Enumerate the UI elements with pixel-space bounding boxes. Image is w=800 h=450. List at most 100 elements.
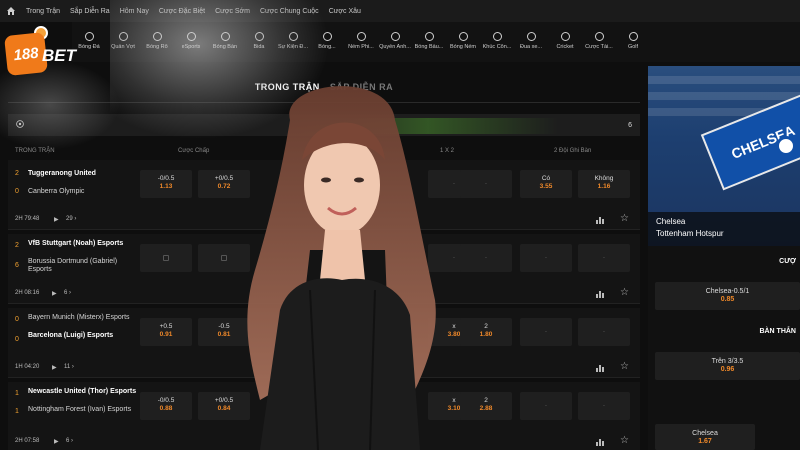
- handicap-away-odds[interactable]: +0/0.5 0.84: [198, 392, 250, 420]
- match-row: 1 Newcastle United (Thor) Esports 1 Nott…: [8, 382, 640, 450]
- sport-cricket[interactable]: Cricket: [548, 32, 582, 50]
- nav-special[interactable]: Cược Đặc Biệt: [159, 8, 205, 15]
- favorite-star-icon[interactable]: ☆: [620, 362, 629, 372]
- boxing-glove-icon: [390, 32, 400, 41]
- odds-line: -0.5: [218, 323, 230, 330]
- featured-handicap-odds[interactable]: Chelsea-0.5/1 0.85: [655, 282, 800, 310]
- sport-boxing[interactable]: Quyền Anh...: [378, 32, 412, 50]
- volleyball-icon: [322, 32, 332, 41]
- heading-next[interactable]: SẮP DIỄN RA: [330, 82, 393, 92]
- home-icon[interactable]: [6, 6, 16, 16]
- live-stream-icon[interactable]: ▶: [54, 216, 59, 223]
- odds-value: 0.81: [217, 331, 231, 338]
- logo-brand: BET: [42, 46, 76, 65]
- gamepad-icon: [186, 32, 196, 41]
- hockey-stick-icon: [492, 32, 502, 41]
- more-markets[interactable]: 6 ›: [64, 290, 71, 296]
- nav-upcoming[interactable]: Sắp Diễn Ra: [70, 8, 110, 15]
- home-team[interactable]: Newcastle United (Thor) Esports: [28, 388, 138, 396]
- favorite-star-icon[interactable]: ☆: [620, 214, 629, 224]
- stats-icon[interactable]: [596, 438, 604, 446]
- nav-in-play[interactable]: Trong Trận: [26, 8, 60, 15]
- sport-darts[interactable]: Ném Phi...: [344, 32, 378, 50]
- sport-tennis[interactable]: Quần Vợt: [106, 32, 140, 50]
- sport-golf[interactable]: Golf: [616, 32, 650, 50]
- favorite-star-icon[interactable]: ☆: [620, 288, 629, 298]
- stand-stripe: [648, 92, 800, 100]
- away-score: 0: [15, 336, 19, 343]
- odds-empty: -: [578, 392, 630, 420]
- sport-events[interactable]: Sự Kiện Đ...: [276, 32, 310, 50]
- sport-rugby[interactable]: Bóng Bầu...: [412, 32, 446, 50]
- favorite-star-icon[interactable]: ☆: [620, 436, 629, 446]
- home-team[interactable]: VfB Stuttgart (Noah) Esports: [28, 240, 138, 248]
- odds-line: Có: [541, 175, 551, 182]
- page-heading: TRONG TRẬN SẮP DIỄN RA: [8, 82, 640, 92]
- heading-active[interactable]: TRONG TRẬN: [255, 82, 320, 92]
- nav-early[interactable]: Cược Sớm: [215, 8, 250, 15]
- home-score: 2: [15, 170, 19, 177]
- odds-value: 3.55: [539, 183, 553, 190]
- nav-today[interactable]: Hôm Nay: [120, 8, 149, 15]
- lock-icon: [221, 255, 227, 261]
- away-score: 6: [15, 262, 19, 269]
- sport-racing[interactable]: Đua xe...: [514, 32, 548, 50]
- stats-icon[interactable]: [596, 290, 604, 298]
- handicap-away-odds[interactable]: +0/0.5 0.72: [198, 170, 250, 198]
- more-markets[interactable]: 11 ›: [64, 364, 74, 370]
- sport-esports[interactable]: eSports: [174, 32, 208, 50]
- live-stream-icon[interactable]: ▶: [52, 290, 57, 297]
- match-clock: 2H 07:58: [15, 438, 40, 444]
- nav-outright[interactable]: Cược Chung Cuộc: [260, 8, 319, 15]
- away-team[interactable]: Barcelona (Luigi) Esports: [28, 332, 138, 340]
- sport-table-tennis[interactable]: Bóng Bàn: [208, 32, 242, 50]
- odds-empty: -: [460, 170, 512, 198]
- home-team[interactable]: Bayern Munich (Misterx) Esports: [28, 314, 138, 322]
- main-panel: TRONG TRẬN SẮP DIỄN RA 6 TRONG TRẬN Cược …: [8, 66, 640, 450]
- top-nav: Trong Trận Sắp Diễn Ra Hôm Nay Cược Đặc …: [0, 0, 800, 22]
- away-team[interactable]: Nottingham Forest (Ivan) Esports: [28, 406, 138, 414]
- sport-volleyball[interactable]: Bóng...: [310, 32, 344, 50]
- sport-label: eSports: [181, 44, 201, 50]
- live-stream-icon[interactable]: ▶: [54, 438, 59, 445]
- handicap-home-odds[interactable]: -0/0.5 0.88: [140, 392, 192, 420]
- away-win-odds[interactable]: 2 1.80: [460, 318, 512, 346]
- nav-parlay[interactable]: Cược Xâu: [329, 8, 361, 15]
- featured-markets: [648, 246, 800, 450]
- more-markets[interactable]: 6 ›: [66, 438, 73, 444]
- brand-logo[interactable]: 188 BET: [4, 26, 76, 82]
- featured-match-image[interactable]: CHELSEA Chelsea Tottenham Hotspur: [648, 66, 800, 246]
- stats-icon[interactable]: [596, 216, 604, 224]
- stats-icon[interactable]: [596, 364, 604, 372]
- locked-odds: [198, 244, 250, 272]
- away-team[interactable]: Borussia Dortmund (Gabriel) Esports: [28, 258, 138, 274]
- more-markets[interactable]: 29 ›: [66, 216, 76, 222]
- match-row: 2 Tuggeranong United 0 Canberra Olympic …: [8, 160, 640, 230]
- handicap-home-odds[interactable]: +0.5 0.91: [140, 318, 192, 346]
- event-icon: [288, 32, 298, 41]
- racing-icon: [526, 32, 536, 41]
- handicap-home-odds[interactable]: -0/0.5 1.13: [140, 170, 192, 198]
- sport-soccer[interactable]: Bóng Đá: [72, 32, 106, 50]
- league-bar[interactable]: 6: [8, 114, 640, 136]
- live-stream-icon[interactable]: ▶: [52, 364, 57, 371]
- featured-over-odds[interactable]: Trên 3/3.5 0.96: [655, 352, 800, 380]
- odds-value: 1.67: [698, 438, 712, 445]
- away-team[interactable]: Canberra Olympic: [28, 188, 138, 196]
- away-win-odds[interactable]: 2 2.88: [460, 392, 512, 420]
- sport-billiards[interactable]: Bida: [242, 32, 276, 50]
- btts-no-odds[interactable]: Không 1.16: [578, 170, 630, 198]
- sport-basketball[interactable]: Bóng Rổ: [140, 32, 174, 50]
- basketball-icon: [152, 32, 162, 41]
- btts-yes-odds[interactable]: Có 3.55: [520, 170, 572, 198]
- featured-winner-odds[interactable]: Chelsea 1.67: [655, 424, 755, 450]
- odds-empty: -: [460, 244, 512, 272]
- home-team[interactable]: Tuggeranong United: [28, 170, 138, 178]
- sport-hockey[interactable]: Khúc Côn...: [480, 32, 514, 50]
- sport-handball[interactable]: Bóng Ném: [446, 32, 480, 50]
- paddle-icon: [220, 32, 230, 41]
- odds-line: Chelsea: [692, 430, 718, 437]
- handicap-away-odds[interactable]: -0.5 0.81: [198, 318, 250, 346]
- sport-finance[interactable]: Cược Tài...: [582, 32, 616, 50]
- odds-empty: -: [520, 244, 572, 272]
